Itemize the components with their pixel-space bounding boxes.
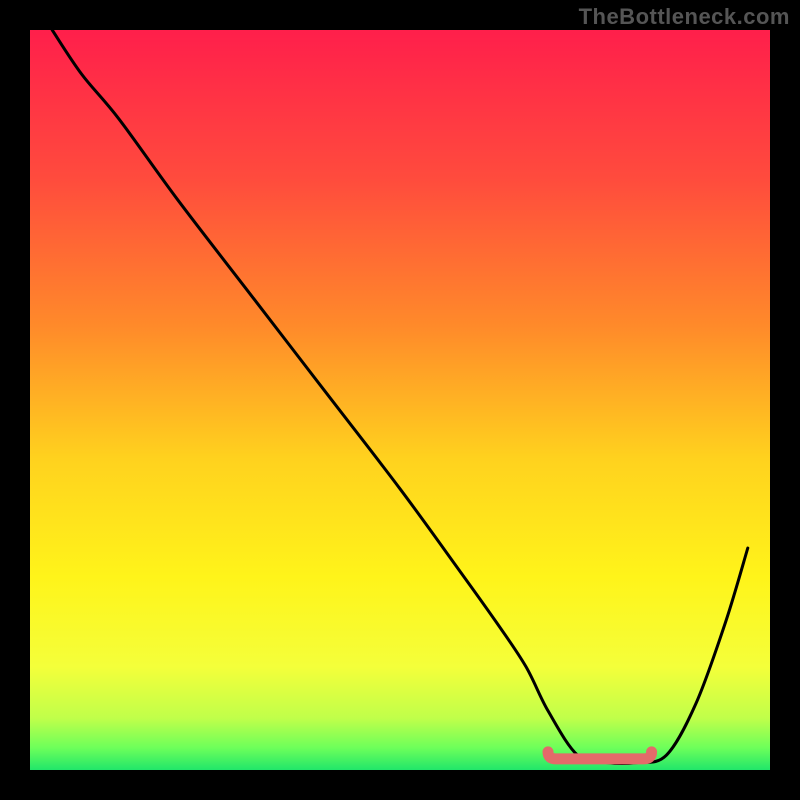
plot-background [30, 30, 770, 770]
watermark-text: TheBottleneck.com [579, 4, 790, 30]
chart-frame: TheBottleneck.com [0, 0, 800, 800]
bottleneck-chart [0, 0, 800, 800]
